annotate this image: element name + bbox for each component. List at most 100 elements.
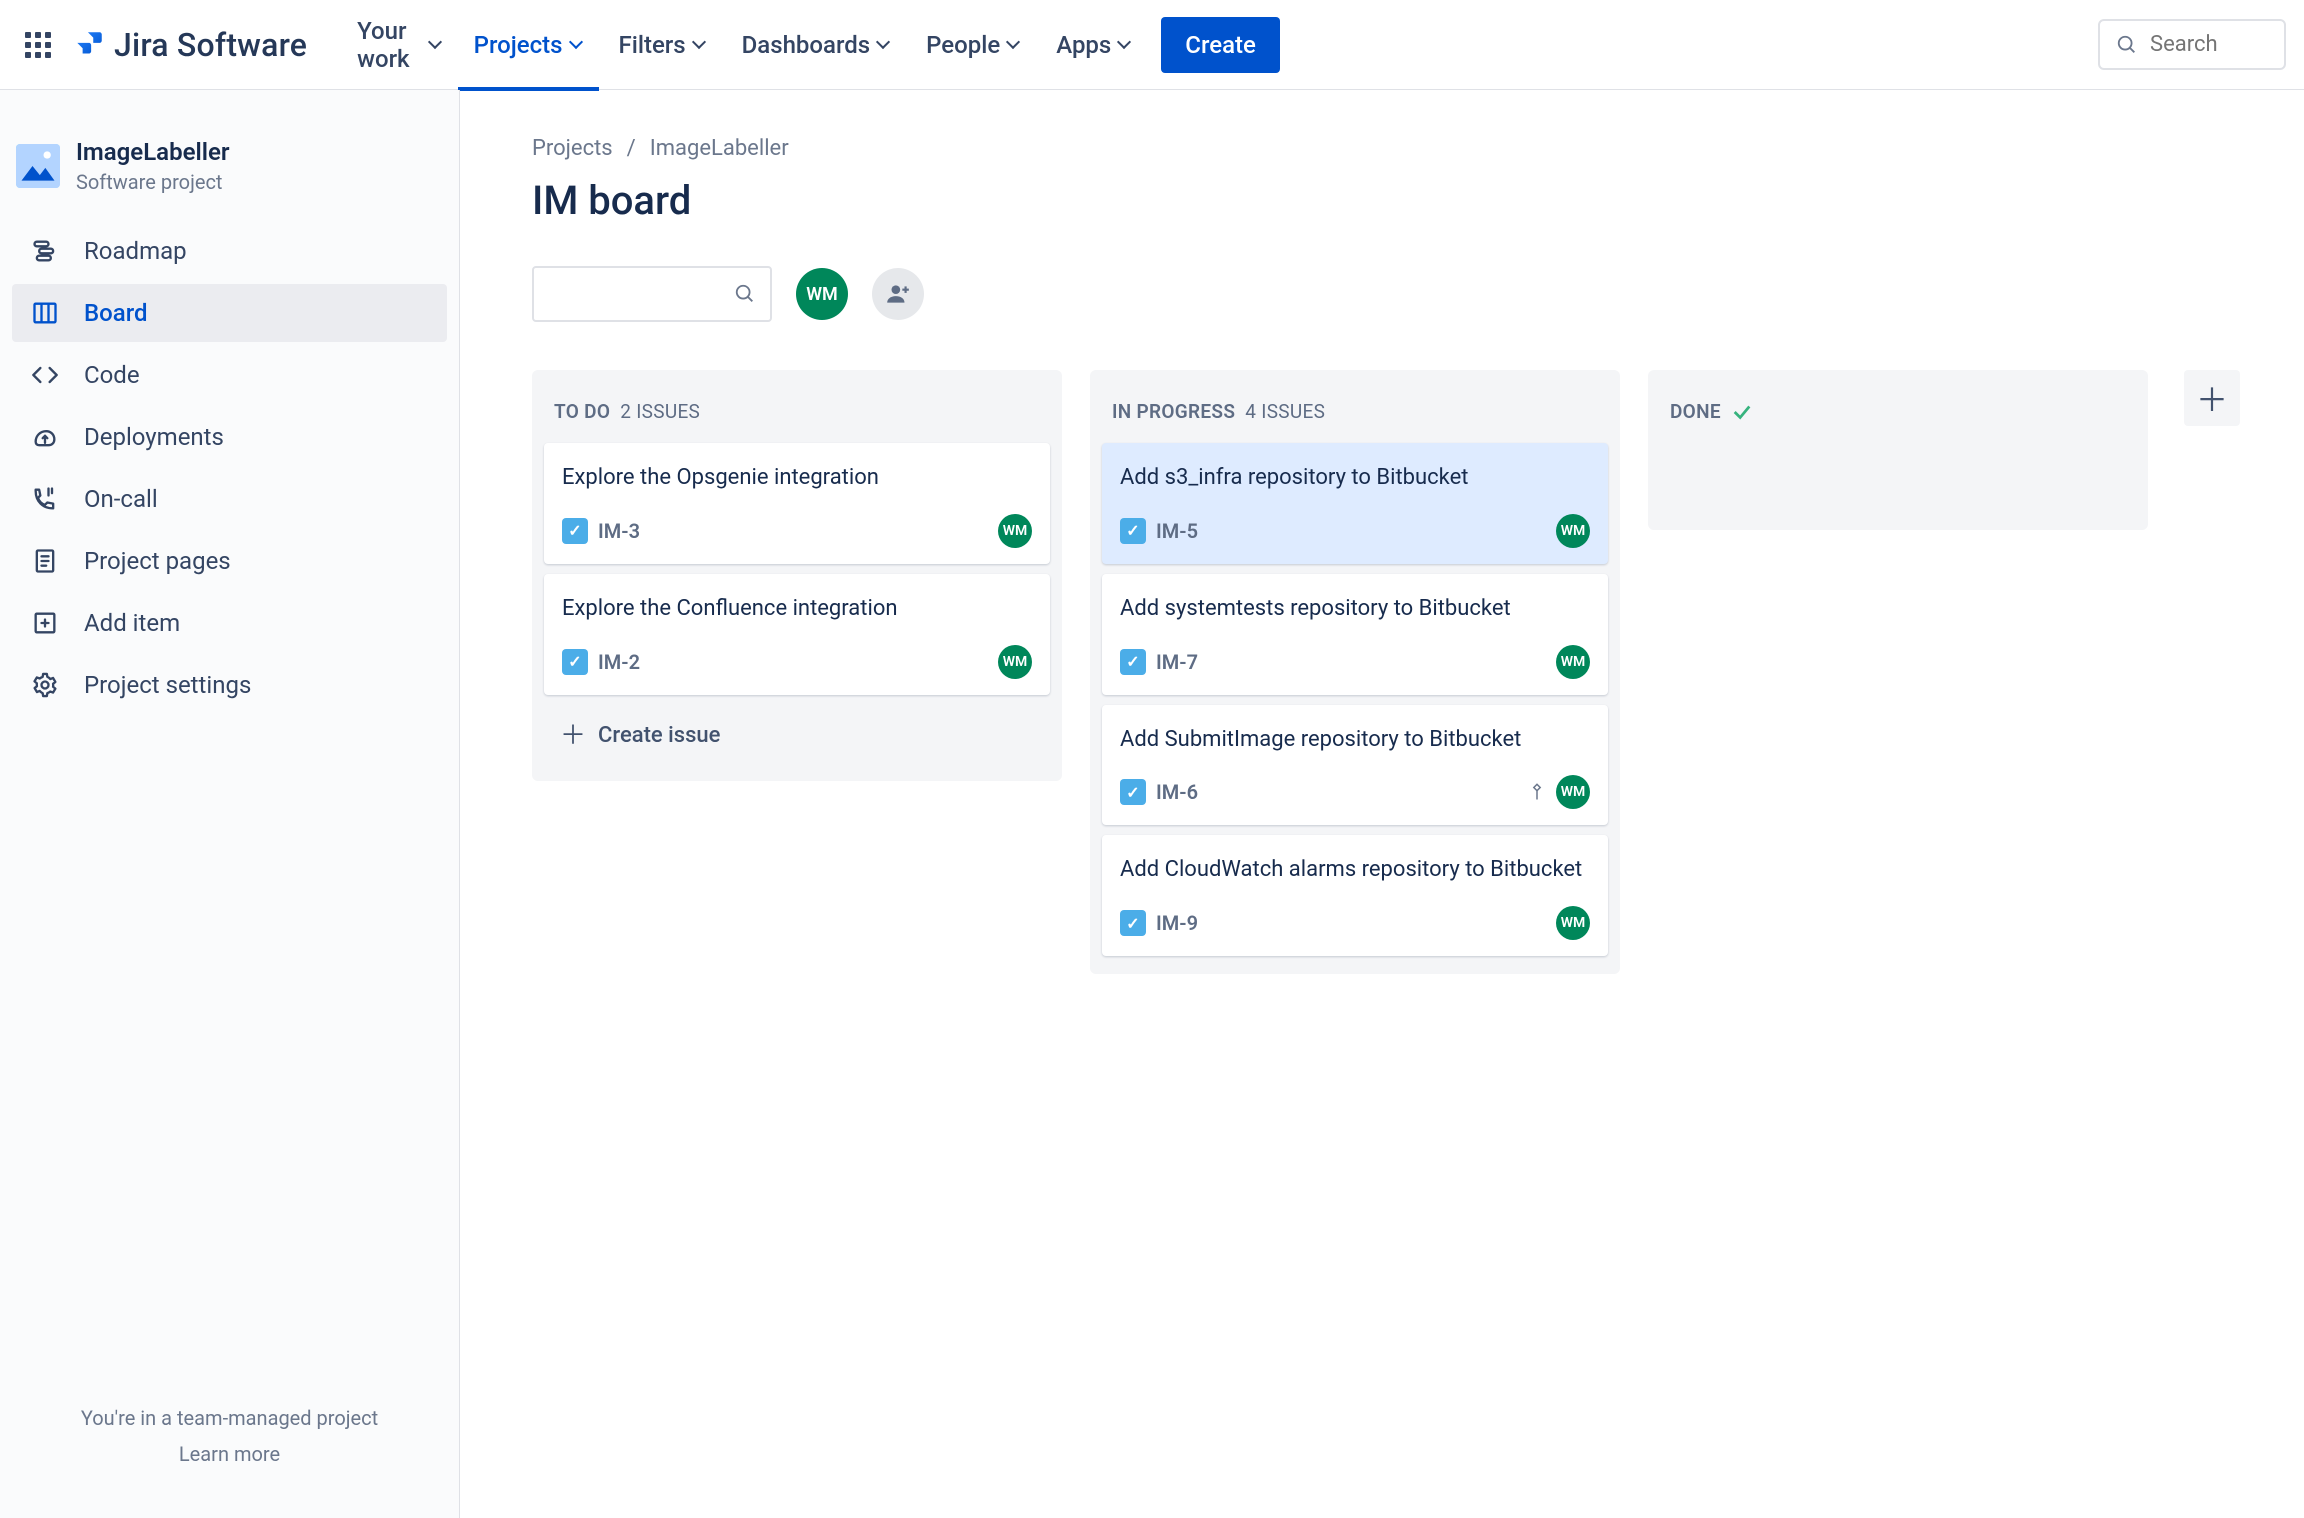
- task-type-icon: [1120, 910, 1146, 936]
- card-key: IM-5: [1156, 519, 1198, 543]
- create-issue-button[interactable]: ＋Create issue: [544, 705, 1050, 767]
- column-header[interactable]: IN PROGRESS 4 ISSUES: [1098, 378, 1612, 437]
- assignee-avatar[interactable]: WM: [998, 645, 1032, 679]
- breadcrumb-item[interactable]: ImageLabeller: [650, 136, 789, 161]
- column-count: 4 ISSUES: [1245, 400, 1325, 423]
- issue-card[interactable]: Explore the Confluence integrationIM-2WM: [544, 574, 1050, 695]
- issue-card[interactable]: Explore the Opsgenie integrationIM-3WM: [544, 443, 1050, 564]
- issue-card[interactable]: Add systemtests repository to Bitbucket I…: [1102, 574, 1608, 695]
- nav-items: Your work Projects Filters Dashboards People…: [341, 9, 1147, 81]
- deployments-icon: [30, 422, 60, 452]
- assignee-avatar[interactable]: WM: [1556, 775, 1590, 809]
- done-check-icon: [1731, 401, 1753, 423]
- sidebar-item-project-pages[interactable]: Project pages: [12, 532, 447, 590]
- nav-item-label: Apps: [1056, 31, 1111, 59]
- create-button[interactable]: Create: [1161, 17, 1280, 73]
- assignee-filter-avatar[interactable]: WM: [796, 268, 848, 320]
- add-people-button[interactable]: [872, 268, 924, 320]
- card-key: IM-7: [1156, 650, 1198, 674]
- nav-item-label: Dashboards: [742, 31, 870, 59]
- task-type-icon: [1120, 779, 1146, 805]
- sidebar-item-deployments[interactable]: Deployments: [12, 408, 447, 466]
- board-column-to-do: TO DO 2 ISSUESExplore the Opsgenie integ…: [532, 370, 1062, 781]
- nav-item-people[interactable]: People: [910, 23, 1036, 67]
- issue-card[interactable]: Add CloudWatch alarms repository to Bitb…: [1102, 835, 1608, 956]
- add-person-icon: [885, 281, 911, 307]
- assignee-avatar[interactable]: WM: [1556, 906, 1590, 940]
- nav-item-filters[interactable]: Filters: [603, 23, 722, 67]
- card-key: IM-3: [598, 519, 640, 543]
- sidebar-item-add-item[interactable]: Add item: [12, 594, 447, 652]
- issue-card[interactable]: Add s3_infra repository to Bitbucket IM-5…: [1102, 443, 1608, 564]
- sidebar-item-project-settings[interactable]: Project settings: [12, 656, 447, 714]
- brand[interactable]: Jira Software: [72, 26, 307, 64]
- chevron-down-icon: [571, 39, 583, 51]
- board-search[interactable]: [532, 266, 772, 322]
- settings-icon: [30, 670, 60, 700]
- nav-item-dashboards[interactable]: Dashboards: [726, 23, 906, 67]
- project-type: Software project: [76, 170, 230, 194]
- nav-item-label: Your work: [357, 17, 422, 73]
- sidebar-item-board[interactable]: Board: [12, 284, 447, 342]
- chevron-down-icon: [1008, 39, 1020, 51]
- card-title: Add s3_infra repository to Bitbucket: [1120, 463, 1590, 494]
- card-key: IM-9: [1156, 911, 1198, 935]
- nav-item-label: Projects: [474, 31, 563, 59]
- sidebar-item-label: Deployments: [84, 423, 224, 451]
- roadmap-icon: [30, 236, 60, 266]
- sidebar-footer-text: You're in a team-managed project: [81, 1406, 378, 1430]
- main-content: Projects / ImageLabeller IM board WM TO …: [460, 90, 2304, 1518]
- breadcrumb-item[interactable]: Projects: [532, 136, 613, 161]
- app-switcher-icon[interactable]: [18, 25, 58, 65]
- sidebar-list: Roadmap BoardCode Deployments On-call Projec…: [12, 222, 447, 714]
- top-nav: Jira Software Your work Projects Filters Da…: [0, 0, 2304, 90]
- project-name: ImageLabeller: [76, 138, 230, 166]
- task-type-icon: [1120, 518, 1146, 544]
- sidebar-item-label: On-call: [84, 485, 158, 513]
- breadcrumb: Projects / ImageLabeller: [532, 136, 2248, 161]
- chevron-down-icon: [694, 39, 706, 51]
- add-column-button[interactable]: ＋: [2184, 370, 2240, 426]
- sidebar-item-label: Project settings: [84, 671, 251, 699]
- sidebar: ImageLabeller Software project Roadmap Bo…: [0, 90, 460, 1518]
- sidebar-item-code[interactable]: Code: [12, 346, 447, 404]
- nav-item-projects[interactable]: Projects: [458, 23, 599, 67]
- board-controls: WM: [532, 266, 2248, 322]
- task-type-icon: [1120, 649, 1146, 675]
- search-icon: [2116, 34, 2138, 56]
- sidebar-item-label: Roadmap: [84, 237, 187, 265]
- board-columns: TO DO 2 ISSUESExplore the Opsgenie integ…: [532, 370, 2248, 974]
- add-icon: [30, 608, 60, 638]
- global-search-input[interactable]: [2148, 31, 2268, 58]
- search-icon: [734, 283, 756, 305]
- column-header[interactable]: TO DO 2 ISSUES: [540, 378, 1054, 437]
- task-type-icon: [562, 649, 588, 675]
- nav-item-apps[interactable]: Apps: [1040, 23, 1147, 67]
- priority-icon: [1528, 783, 1546, 801]
- project-avatar: [16, 144, 60, 188]
- sidebar-footer: You're in a team-managed project Learn m…: [12, 1378, 447, 1494]
- assignee-avatar[interactable]: WM: [1556, 645, 1590, 679]
- card-title: Add SubmitImage repository to Bitbucket: [1120, 725, 1590, 756]
- board-icon: [30, 298, 60, 328]
- sidebar-item-label: Project pages: [84, 547, 231, 575]
- nav-item-your-work[interactable]: Your work: [341, 9, 453, 81]
- oncall-icon: [30, 484, 60, 514]
- sidebar-item-label: Add item: [84, 609, 180, 637]
- project-header[interactable]: ImageLabeller Software project: [12, 114, 447, 222]
- chevron-down-icon: [878, 39, 890, 51]
- issue-card[interactable]: Add SubmitImage repository to BitbucketI…: [1102, 705, 1608, 826]
- pages-icon: [30, 546, 60, 576]
- column-name: IN PROGRESS: [1112, 400, 1235, 423]
- sidebar-item-roadmap[interactable]: Roadmap: [12, 222, 447, 280]
- card-title: Add systemtests repository to Bitbucket: [1120, 594, 1590, 625]
- global-search[interactable]: [2098, 19, 2286, 70]
- nav-item-label: Filters: [619, 31, 686, 59]
- sidebar-item-on-call[interactable]: On-call: [12, 470, 447, 528]
- board-column-done: DONE: [1648, 370, 2148, 530]
- assignee-avatar[interactable]: WM: [1556, 514, 1590, 548]
- assignee-avatar[interactable]: WM: [998, 514, 1032, 548]
- chevron-down-icon: [430, 39, 437, 51]
- column-header[interactable]: DONE: [1656, 378, 2140, 437]
- learn-more-link[interactable]: Learn more: [20, 1442, 439, 1466]
